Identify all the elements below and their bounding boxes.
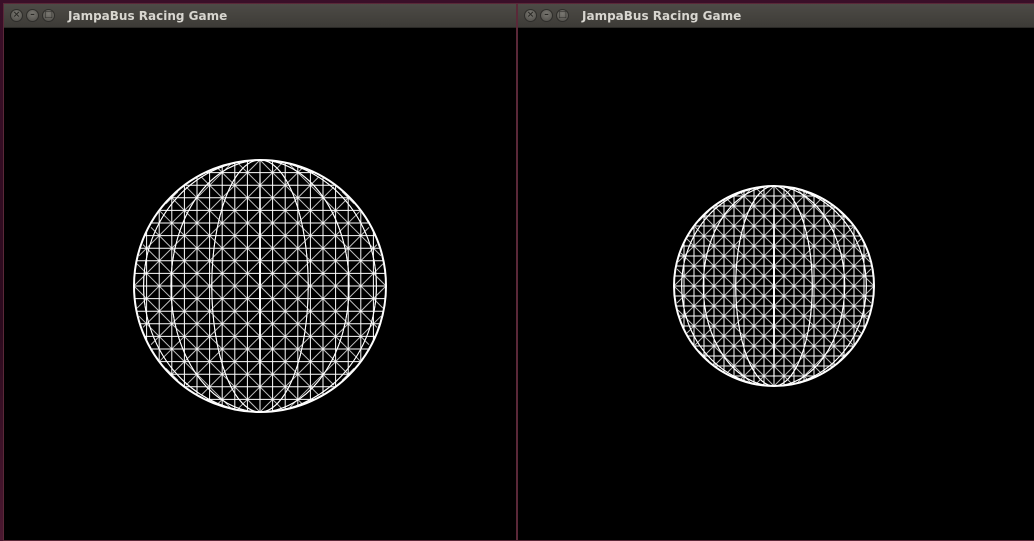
render-canvas[interactable] [518, 28, 1034, 540]
minimize-icon[interactable]: – [540, 9, 553, 22]
render-canvas[interactable] [4, 28, 516, 540]
maximize-icon[interactable]: □ [556, 9, 569, 22]
maximize-icon[interactable]: □ [42, 9, 55, 22]
game-window-left[interactable]: × – □ JampaBus Racing Game [3, 3, 517, 541]
wireframe-sphere [133, 159, 387, 413]
wireframe-sphere [673, 185, 875, 387]
close-icon[interactable]: × [524, 9, 537, 22]
window-title: JampaBus Racing Game [68, 8, 228, 23]
window-titlebar[interactable]: × – □ JampaBus Racing Game [4, 4, 516, 28]
window-titlebar[interactable]: × – □ JampaBus Racing Game [518, 4, 1034, 28]
minimize-icon[interactable]: – [26, 9, 39, 22]
desktop: × – □ JampaBus Racing Game × – □ JampaBu… [0, 0, 1034, 541]
game-window-right[interactable]: × – □ JampaBus Racing Game [517, 3, 1034, 541]
close-icon[interactable]: × [10, 9, 23, 22]
window-title: JampaBus Racing Game [582, 8, 742, 23]
